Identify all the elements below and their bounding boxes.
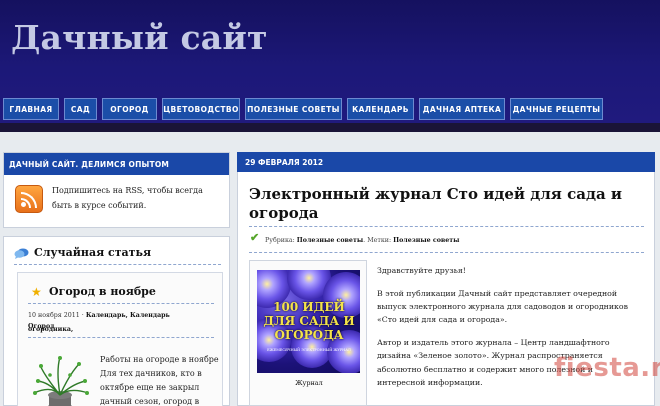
random-article-category-vegetable[interactable]: Огород bbox=[28, 323, 54, 330]
divider bbox=[28, 303, 214, 304]
random-article-heading: Случайная статья bbox=[14, 246, 151, 259]
rss-subscribe-text[interactable]: Подпишитесь на RSS, чтобы всегда быть в … bbox=[52, 183, 222, 213]
star-icon: ★ bbox=[31, 285, 42, 299]
random-article-card: ★ Огород в ноябре 10 ноября 2011 · Кален… bbox=[17, 272, 223, 406]
post-meta: Рубрика: Полезные советы. Метки: Полезны… bbox=[265, 237, 460, 244]
nav-item-calendar[interactable]: Календарь bbox=[347, 98, 414, 120]
journal-caption: Журнал bbox=[295, 379, 323, 387]
site-title[interactable]: Дачный сайт bbox=[11, 18, 268, 57]
random-article-date: 10 ноября 2011 bbox=[28, 312, 80, 319]
check-icon: ✔ bbox=[250, 231, 260, 244]
nav-item-floriculture[interactable]: Цветоводство bbox=[162, 98, 240, 120]
tags-label: Метки: bbox=[367, 237, 392, 244]
speech-bubble-icon bbox=[14, 248, 29, 259]
rss-widget-title: Дачный сайт. Делимся опытом bbox=[4, 153, 229, 175]
random-article-link[interactable]: Огород в ноябре bbox=[49, 285, 156, 298]
nav-item-tips[interactable]: Полезные советы bbox=[245, 98, 342, 120]
journal-cover-title: 100 ИДЕЙ ДЛЯ САДА И ОГОРОДА bbox=[263, 300, 355, 342]
journal-cover-subtitle: ЕЖЕМЕСЯЧНЫЙ ЭЛЕКТРОННЫЙ ЖУРНАЛ bbox=[267, 348, 351, 352]
nav-item-recipes[interactable]: Дачные рецепты bbox=[510, 98, 603, 120]
rubric-link[interactable]: Полезные советы bbox=[297, 237, 363, 244]
random-article-meta: 10 ноября 2011 · Календарь, Календарь ог… bbox=[28, 312, 170, 333]
divider bbox=[14, 264, 221, 265]
divider bbox=[28, 337, 214, 338]
post-paragraph: Здравствуйте друзья! bbox=[377, 266, 466, 275]
nav-item-garden[interactable]: Сад bbox=[64, 98, 97, 120]
rss-icon[interactable] bbox=[15, 185, 43, 213]
watermark: fiesta.ru bbox=[554, 353, 660, 383]
random-article-excerpt: Работы на огороде в ноябре Для тех дачни… bbox=[100, 355, 219, 406]
rss-widget: Дачный сайт. Делимся опытом Подпишитесь … bbox=[3, 152, 230, 228]
tags-link[interactable]: Полезные советы bbox=[393, 237, 459, 244]
post-date: 29 февраля 2012 bbox=[237, 152, 655, 172]
random-article-widget: Случайная статья ★ Огород в ноябре 10 но… bbox=[3, 236, 230, 406]
post-paragraph: В этой публикации Дачный сайт представля… bbox=[377, 288, 629, 325]
nav-item-pharmacy[interactable]: Дачная аптека bbox=[419, 98, 505, 120]
post-title[interactable]: Электронный журнал Сто идей для сада и о… bbox=[249, 185, 649, 223]
plant-pot-image[interactable] bbox=[30, 351, 90, 406]
nav-item-vegetable[interactable]: Огород bbox=[102, 98, 157, 120]
journal-figure: 100 ИДЕЙ ДЛЯ САДА И ОГОРОДА ЕЖЕМЕСЯЧНЫЙ … bbox=[249, 260, 367, 406]
header-band bbox=[0, 123, 660, 132]
divider bbox=[249, 252, 644, 253]
rubric-label: Рубрика: bbox=[265, 237, 295, 244]
journal-cover-image[interactable]: 100 ИДЕЙ ДЛЯ САДА И ОГОРОДА ЕЖЕМЕСЯЧНЫЙ … bbox=[257, 270, 360, 373]
nav-item-home[interactable]: Главная bbox=[3, 98, 59, 120]
divider bbox=[249, 226, 644, 227]
random-article-title: Случайная статья bbox=[34, 246, 152, 259]
